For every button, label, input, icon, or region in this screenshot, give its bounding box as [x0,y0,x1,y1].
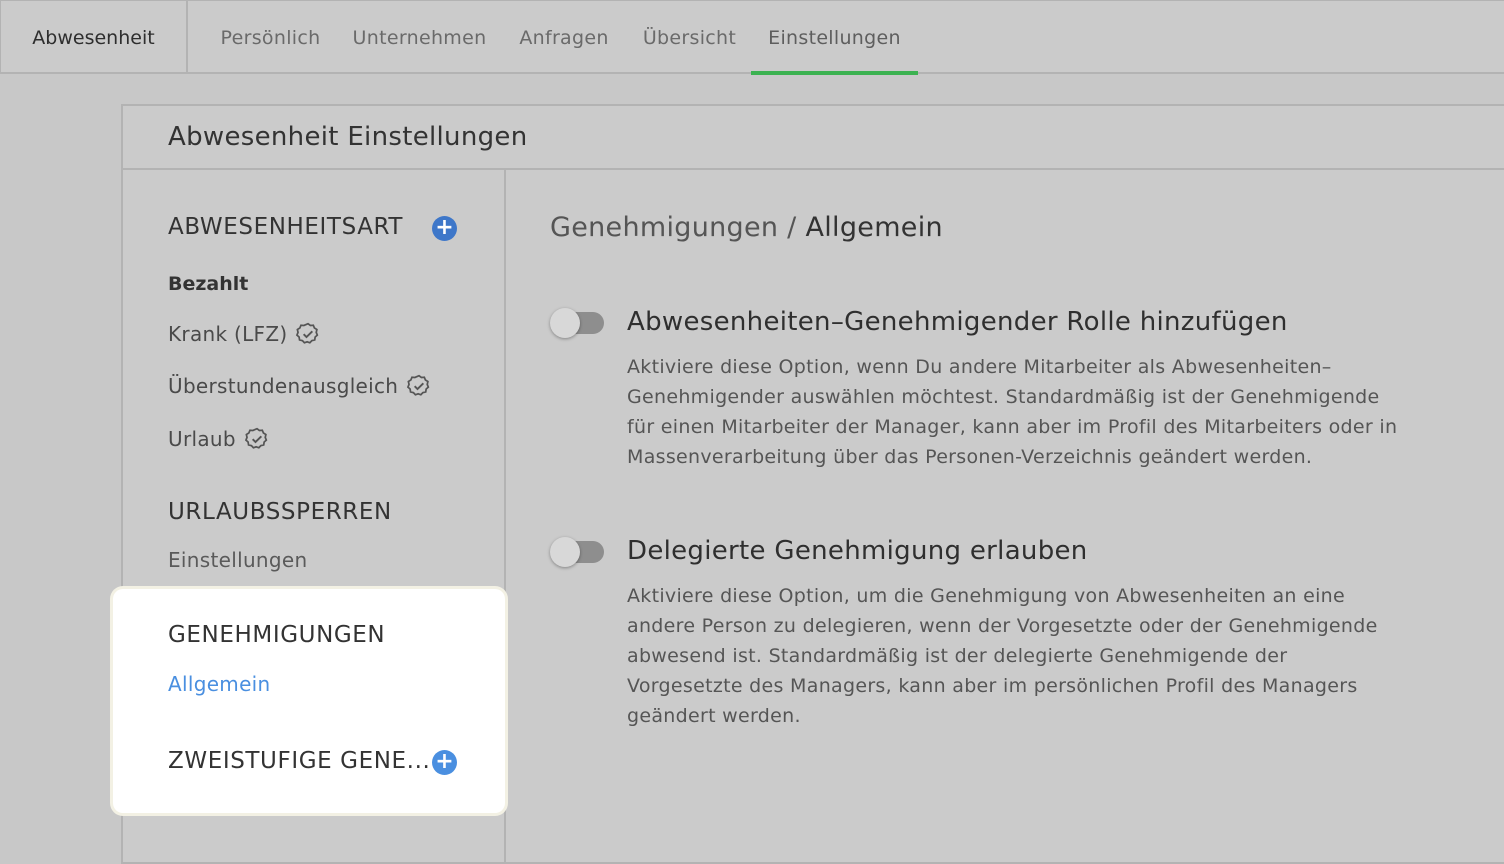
toggle-knob [550,537,580,567]
description-line: Massenverarbeitung über das Personen-Ver… [627,446,1313,468]
verified-badge-icon [407,374,430,396]
two-step-approval-heading: ZWEISTUFIGE GENE... [168,748,431,774]
sidebar-item-label: Krank (LFZ) [168,322,288,346]
description-line: Vorgesetzte des Managers, kann aber im p… [627,675,1358,697]
verified-badge-icon [244,427,268,449]
sidebar-item-label: Überstundenausgleich [168,374,399,398]
tab-uebersicht[interactable]: Übersicht [633,1,746,74]
delegated-approval-option-title: Delegierte Genehmigung erlauben [627,536,1088,566]
approver-role-toggle[interactable] [550,308,604,338]
approver-role-option-description: Aktiviere diese Option, wenn Du andere M… [627,352,1427,472]
sidebar-item-urlaub[interactable]: Urlaub [168,426,270,452]
blackout-heading: URLAUBSSPERREN [168,499,392,525]
description-line: abwesend ist. Standardmäßig ist der dele… [627,645,1288,667]
approver-role-option-title: Abwesenheiten–Genehmigender Rolle hinzuf… [627,307,1288,337]
add-absence-type-button[interactable]: + [432,216,457,241]
app-title-tab[interactable]: Abwesenheit [1,1,188,74]
tab-persoenlich[interactable]: Persönlich [208,1,333,74]
approvals-heading: GENEHMIGUNGEN [168,622,386,648]
breadcrumb-current: Allgemein [805,212,943,243]
description-line: für einen Mitarbeiter der Manager, kann … [627,416,1398,438]
description-line: andere Person zu delegieren, wenn der Vo… [627,615,1378,637]
card-title: Abwesenheit Einstellungen [168,122,528,152]
sidebar-item-krank[interactable]: Krank (LFZ) [168,321,321,347]
add-two-step-approval-button[interactable]: + [432,750,457,775]
sidebar-item-label: Urlaub [168,427,236,451]
description-line: geändert werden. [627,705,801,727]
verified-badge-icon [296,322,319,344]
tab-einstellungen[interactable]: Einstellungen [751,1,918,75]
card-header: Abwesenheit Einstellungen [123,106,1504,170]
description-line: Aktiviere diese Option, wenn Du andere M… [627,356,1332,378]
tab-unternehmen[interactable]: Unternehmen [344,1,495,74]
top-navigation-bar: Abwesenheit Persönlich Unternehmen Anfra… [0,0,1504,75]
delegated-approval-toggle[interactable] [550,537,604,567]
toggle-knob [550,308,580,338]
breadcrumb-parent[interactable]: Genehmigungen / [550,212,797,243]
paid-heading: Bezahlt [168,273,249,295]
sidebar-item-ueberstunden[interactable]: Überstundenausgleich [168,373,432,399]
breadcrumb: Genehmigungen / Allgemein [550,212,943,243]
sidebar-item-approvals-general[interactable]: Allgemein [168,672,271,696]
description-line: Genehmigender auswählen möchtest. Standa… [627,386,1380,408]
description-line: Aktiviere diese Option, um die Genehmigu… [627,585,1346,607]
delegated-approval-option-description: Aktiviere diese Option, um die Genehmigu… [627,581,1427,731]
absence-type-heading: ABWESENHEITSART [168,214,404,240]
tab-anfragen[interactable]: Anfragen [509,1,619,74]
sidebar-item-blackout-settings[interactable]: Einstellungen [168,548,307,572]
